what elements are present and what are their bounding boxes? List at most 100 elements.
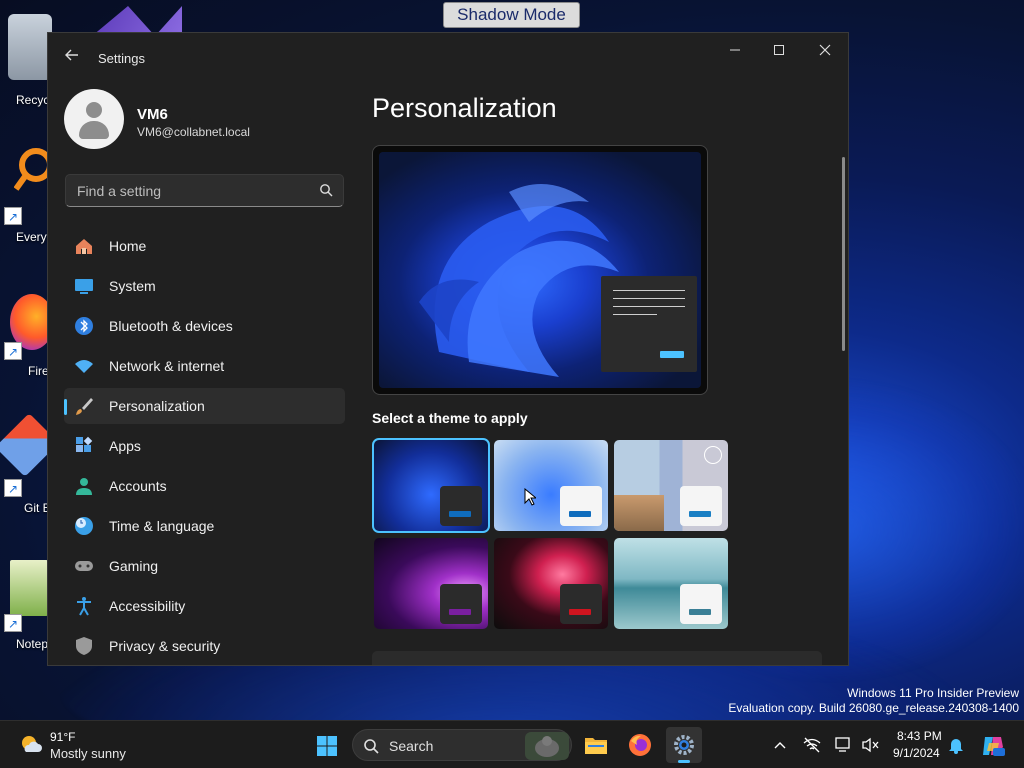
theme-tile-window (680, 584, 722, 624)
theme-tile-captured-motion[interactable] (494, 538, 608, 629)
clock[interactable]: 8:43 PM 9/1/2024 (885, 721, 945, 768)
sidebar-item-accounts[interactable]: Accounts (64, 468, 345, 504)
minimize-button[interactable] (712, 33, 758, 67)
scrollbar[interactable] (842, 157, 845, 351)
desktop-icon-label: Fire (28, 364, 49, 378)
theme-tile-windows-spotlight[interactable] (614, 440, 728, 531)
copilot-icon (983, 737, 1005, 756)
sidebar-item-label: Network & internet (109, 358, 225, 374)
sidebar-item-accessibility[interactable]: Accessibility (64, 588, 345, 624)
theme-tile-window (440, 486, 482, 526)
sidebar-nav: Home System Bluetooth & devices Network … (64, 228, 345, 665)
desktop-icon-label: Everyt (16, 230, 51, 244)
weather-temperature: 91°F (50, 730, 76, 744)
theme-tile-accent (569, 609, 591, 615)
profile-email: VM6@collabnet.local (137, 125, 250, 139)
sidebar-item-time-language[interactable]: Time & language (64, 508, 345, 544)
theme-tile-window (560, 486, 602, 526)
theme-tile-glow[interactable] (374, 538, 488, 629)
notepad-plus-plus-icon (10, 560, 48, 616)
desktop-icon-everything[interactable]: ↗ Everyt (0, 145, 52, 255)
shortcut-arrow-icon: ↗ (4, 614, 22, 632)
taskbar: 91°F Mostly sunny Search 8:43 PM 9/1/202… (0, 720, 1024, 768)
theme-tile-window (440, 584, 482, 624)
profile-name: VM6 (137, 106, 168, 123)
maximize-button[interactable] (756, 33, 802, 67)
start-icon (317, 736, 337, 756)
mouse-cursor-icon (524, 488, 536, 506)
watermark-line-2: Evaluation copy. Build 26080.ge_release.… (728, 701, 1019, 715)
shadow-mode-badge: Shadow Mode (443, 2, 580, 28)
volume-muted-icon (862, 737, 879, 753)
theme-preview (372, 145, 708, 395)
taskbar-firefox[interactable] (622, 727, 658, 763)
desktop-icon-recycle-bin[interactable]: Recycl (0, 8, 52, 118)
sidebar-item-home[interactable]: Home (64, 228, 345, 264)
avatar[interactable] (64, 89, 124, 149)
find-setting-input[interactable] (65, 174, 344, 207)
volume-button[interactable] (860, 735, 880, 755)
minimize-icon (730, 49, 740, 51)
wifi-icon (75, 360, 93, 373)
title-bar[interactable]: Settings (48, 33, 848, 81)
sidebar-item-label: Home (109, 238, 147, 254)
sidebar-item-label: System (109, 278, 156, 294)
accessibility-icon (77, 597, 91, 616)
sidebar-item-apps[interactable]: Apps (64, 428, 345, 464)
preview-window (601, 276, 697, 372)
network-status-button[interactable] (802, 735, 822, 755)
settings-window: Settings VM6 VM6@collabnet.local Home Sy… (47, 32, 849, 666)
preview-accent-button (660, 351, 684, 358)
theme-tile-flow[interactable] (614, 538, 728, 629)
os-watermark: Windows 11 Pro Insider Preview Evaluatio… (728, 686, 1019, 716)
sidebar-item-bluetooth[interactable]: Bluetooth & devices (64, 308, 345, 344)
maximize-icon (774, 45, 784, 55)
sidebar-item-label: Apps (109, 438, 141, 454)
chevron-up-icon (774, 742, 786, 749)
sidebar-item-gaming[interactable]: Gaming (64, 548, 345, 584)
copilot-button[interactable] (980, 735, 1006, 756)
desktop-icon-label: Notep (16, 637, 49, 651)
preview-text-line (613, 314, 657, 315)
sidebar-item-system[interactable]: System (64, 268, 345, 304)
sidebar-item-network[interactable]: Network & internet (64, 348, 345, 384)
desktop-icon-git-bash[interactable]: ↗ Git B (0, 413, 59, 525)
shortcut-arrow-icon: ↗ (4, 479, 22, 497)
theme-section-heading: Select a theme to apply (372, 410, 528, 426)
show-hidden-icons-button[interactable] (770, 735, 790, 755)
close-button[interactable] (802, 33, 848, 67)
theme-tile-windows-light[interactable] (494, 440, 608, 531)
recycle-bin-icon (8, 14, 52, 80)
search-icon (364, 739, 379, 754)
display-icon (835, 737, 850, 752)
search-icon[interactable] (319, 183, 333, 197)
taskbar-search-box[interactable]: Search (352, 729, 572, 761)
firefox-icon (629, 734, 651, 756)
sidebar-item-label: Personalization (109, 398, 205, 414)
desktop-icon-notepad[interactable]: ↗ Notep (0, 556, 52, 666)
weather-widget[interactable]: 91°F Mostly sunny (0, 721, 140, 768)
sidebar-item-personalization[interactable]: Personalization (64, 388, 345, 424)
shortcut-arrow-icon: ↗ (4, 342, 22, 360)
sidebar-item-privacy-security[interactable]: Privacy & security (64, 628, 345, 664)
sidebar-item-label: Accessibility (109, 598, 186, 614)
theme-tile-accent (569, 511, 591, 517)
clock-date: 9/1/2024 (893, 746, 940, 760)
theme-tile-windows-dark[interactable] (372, 438, 490, 533)
taskbar-file-explorer[interactable] (578, 727, 614, 763)
desktop-icon-firefox[interactable]: ↗ Fire (0, 290, 54, 400)
theme-tile-window (680, 486, 722, 526)
watermark-line-1: Windows 11 Pro Insider Preview (847, 686, 1019, 700)
taskbar-settings[interactable] (666, 727, 702, 763)
start-button[interactable] (309, 727, 345, 763)
spotlight-camera-icon (704, 446, 722, 464)
back-button[interactable] (62, 47, 82, 67)
window-title: Settings (98, 51, 145, 66)
display-button[interactable] (834, 735, 854, 755)
apps-icon (76, 436, 93, 452)
theme-tile-accent (449, 511, 471, 517)
partly-sunny-icon (22, 736, 42, 752)
settings-card-partial[interactable] (372, 651, 822, 665)
notifications-button[interactable] (946, 735, 966, 755)
settings-gear-icon (674, 735, 694, 755)
